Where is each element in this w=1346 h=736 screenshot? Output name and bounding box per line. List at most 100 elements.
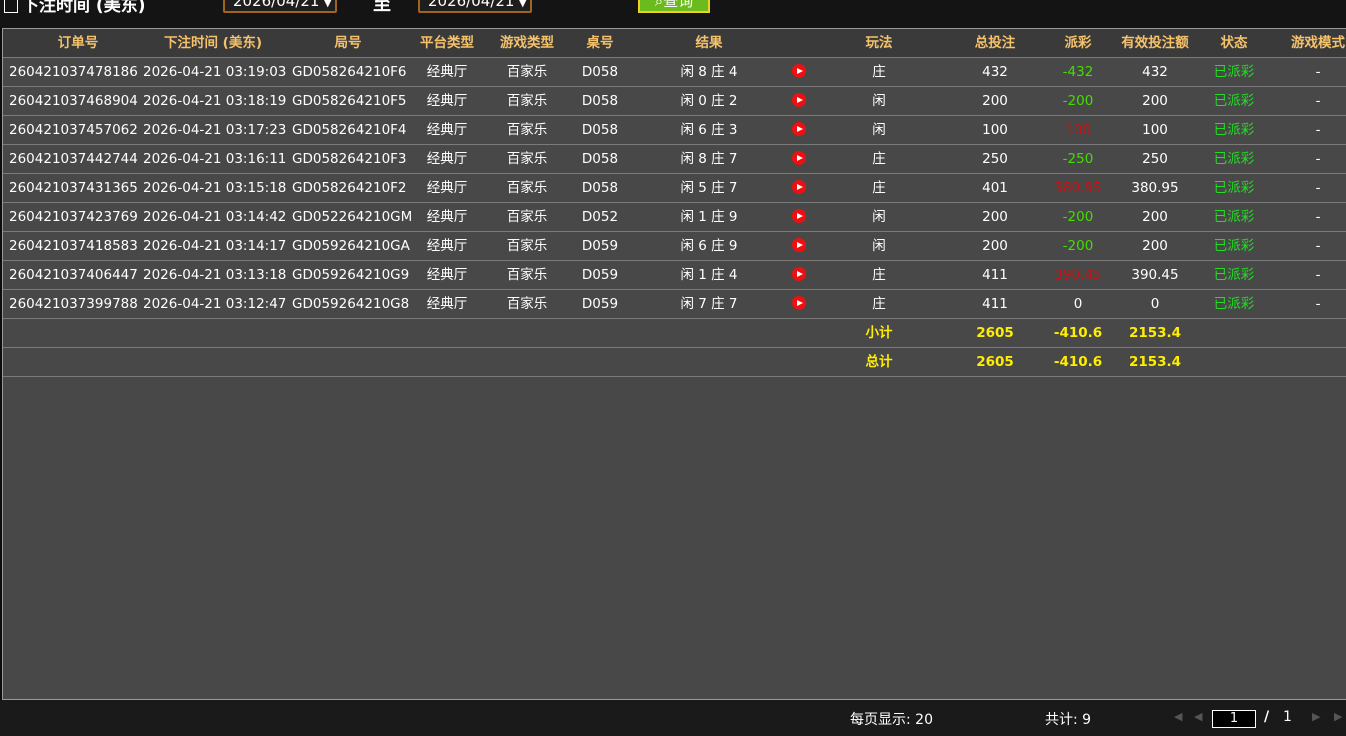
table-row[interactable]: 260421037457062 2026-04-21 03:17:23 GD0582… [3, 116, 1346, 145]
prev-page-icon[interactable]: ◀ [1194, 710, 1202, 723]
header-table-no[interactable]: 桌号 [573, 29, 627, 57]
table-row[interactable]: 260421037423769 2026-04-21 03:14:42 GD0522… [3, 203, 1346, 232]
cell-round: GD059264210G8 [292, 296, 410, 312]
cell-game: 百家乐 [506, 267, 548, 283]
grandtotal-row: 总计 2605 -410.6 2153.4 [3, 348, 1346, 377]
end-date-picker[interactable]: 2026/04/21 ▼ [418, 0, 532, 13]
subtotal-label: 小计 [865, 325, 893, 341]
cell-total: 200 [982, 238, 1008, 254]
header-bet-time[interactable]: 下注时间 (美东) [153, 29, 273, 57]
total-count-label: 共计: 9 [1045, 712, 1092, 728]
cell-round: GD058264210F2 [292, 180, 407, 196]
cell-round: GD059264210G9 [292, 267, 410, 283]
cell-table: D052 [581, 209, 619, 225]
cell-order: 260421037431365 [9, 180, 138, 196]
cell-game: 百家乐 [506, 151, 548, 167]
cell-status: 已派彩 [1213, 238, 1255, 254]
bet-records-table: 订单号 下注时间 (美东) 局号 平台类型 游戏类型 桌号 结果 玩法 总投注 … [2, 28, 1346, 700]
cell-result: 闲 1 庄 9 [680, 209, 738, 225]
cell-platform: 经典厅 [426, 151, 468, 167]
header-platform-type[interactable]: 平台类型 [417, 29, 477, 57]
cell-table: D059 [581, 238, 619, 254]
filter-bar: 下注时间 (美东) 2026/04/21 ▼ 至 2026/04/21 ▼ ⌕查询 [0, 0, 1346, 28]
pagination-bar: 每页显示: 20 共计: 9 ◀ ◀ 1 / 1 ▶ ▶ [0, 700, 1346, 736]
cell-game: 百家乐 [506, 122, 548, 138]
chevron-down-icon: ▼ [323, 0, 332, 9]
header-order-no[interactable]: 订单号 [33, 29, 123, 57]
cell-result: 闲 8 庄 4 [680, 64, 738, 80]
cell-game: 百家乐 [506, 64, 548, 80]
cell-way: 庄 [872, 180, 886, 196]
replay-video-button[interactable] [788, 145, 810, 173]
cell-way: 闲 [872, 238, 886, 254]
bet-time-filter-label: 下注时间 (美东) [4, 0, 145, 16]
table-row[interactable]: 260421037418583 2026-04-21 03:14:17 GD0592… [3, 232, 1346, 261]
cell-result: 闲 8 庄 7 [680, 151, 738, 167]
replay-video-button[interactable] [788, 232, 810, 260]
cell-valid: 380.95 [1131, 180, 1179, 196]
start-date-picker[interactable]: 2026/04/21 ▼ [223, 0, 337, 13]
cell-result: 闲 6 庄 9 [680, 238, 738, 254]
cell-status: 已派彩 [1213, 267, 1255, 283]
cell-platform: 经典厅 [426, 93, 468, 109]
cell-result: 闲 6 庄 3 [680, 122, 738, 138]
header-valid-bet[interactable]: 有效投注额 [1118, 29, 1192, 57]
grandtotal-total: 2605 [976, 354, 1014, 370]
replay-video-button[interactable] [788, 174, 810, 202]
table-row[interactable]: 260421037442744 2026-04-21 03:16:11 GD0582… [3, 145, 1346, 174]
header-game-mode[interactable]: 游戏模式 [1288, 29, 1346, 57]
header-total-bet[interactable]: 总投注 [963, 29, 1027, 57]
cell-result: 闲 1 庄 4 [680, 267, 738, 283]
replay-video-button[interactable] [788, 203, 810, 231]
header-round-no[interactable]: 局号 [313, 29, 383, 57]
replay-video-button[interactable] [788, 261, 810, 289]
next-page-icon[interactable]: ▶ [1312, 710, 1320, 723]
cell-platform: 经典厅 [426, 180, 468, 196]
cell-time: 2026-04-21 03:18:19 [143, 93, 287, 109]
cell-time: 2026-04-21 03:19:03 [143, 64, 287, 80]
grandtotal-valid: 2153.4 [1128, 354, 1182, 370]
grandtotal-payout: -410.6 [1053, 354, 1103, 370]
search-icon: ⌕ [654, 0, 664, 10]
cell-round: GD058264210F5 [292, 93, 407, 109]
last-page-icon[interactable]: ▶ [1334, 710, 1342, 723]
cell-payout: -432 [1062, 64, 1094, 80]
header-payout[interactable]: 派彩 [1043, 29, 1113, 57]
replay-video-button[interactable] [788, 87, 810, 115]
cell-total: 200 [982, 209, 1008, 225]
header-result[interactable]: 结果 [669, 29, 749, 57]
cell-payout: 380.95 [1054, 180, 1102, 196]
cell-total: 250 [982, 151, 1008, 167]
replay-video-button[interactable] [788, 290, 810, 318]
cell-status: 已派彩 [1213, 93, 1255, 109]
replay-video-button[interactable] [788, 116, 810, 144]
cell-mode: - [1315, 93, 1321, 109]
cell-mode: - [1315, 151, 1321, 167]
replay-video-button[interactable] [788, 58, 810, 86]
table-row[interactable]: 260421037468904 2026-04-21 03:18:19 GD0582… [3, 87, 1346, 116]
total-pages: 1 [1283, 709, 1292, 725]
cell-way: 闲 [872, 122, 886, 138]
cell-table: D059 [581, 296, 619, 312]
header-bet-way[interactable]: 玩法 [849, 29, 909, 57]
cell-order: 260421037457062 [9, 122, 138, 138]
table-row[interactable]: 260421037431365 2026-04-21 03:15:18 GD0582… [3, 174, 1346, 203]
table-row[interactable]: 260421037406447 2026-04-21 03:13:18 GD0592… [3, 261, 1346, 290]
query-button[interactable]: ⌕查询 [638, 0, 710, 13]
header-status[interactable]: 状态 [1205, 29, 1263, 57]
cell-platform: 经典厅 [426, 209, 468, 225]
cell-way: 庄 [872, 296, 886, 312]
cell-status: 已派彩 [1213, 209, 1255, 225]
first-page-icon[interactable]: ◀ [1174, 710, 1182, 723]
calendar-icon [4, 0, 18, 13]
cell-round: GD058264210F3 [292, 151, 407, 167]
page-number-input[interactable]: 1 [1212, 710, 1256, 728]
table-row[interactable]: 260421037478186 2026-04-21 03:19:03 GD0582… [3, 58, 1346, 87]
cell-round: GD052264210GM [292, 209, 413, 225]
cell-valid: 200 [1142, 209, 1168, 225]
table-row[interactable]: 260421037399788 2026-04-21 03:12:47 GD0592… [3, 290, 1346, 319]
header-game-type[interactable]: 游戏类型 [497, 29, 557, 57]
cell-payout: 0 [1073, 296, 1083, 312]
chevron-down-icon: ▼ [518, 0, 527, 9]
cell-time: 2026-04-21 03:14:17 [143, 238, 287, 254]
